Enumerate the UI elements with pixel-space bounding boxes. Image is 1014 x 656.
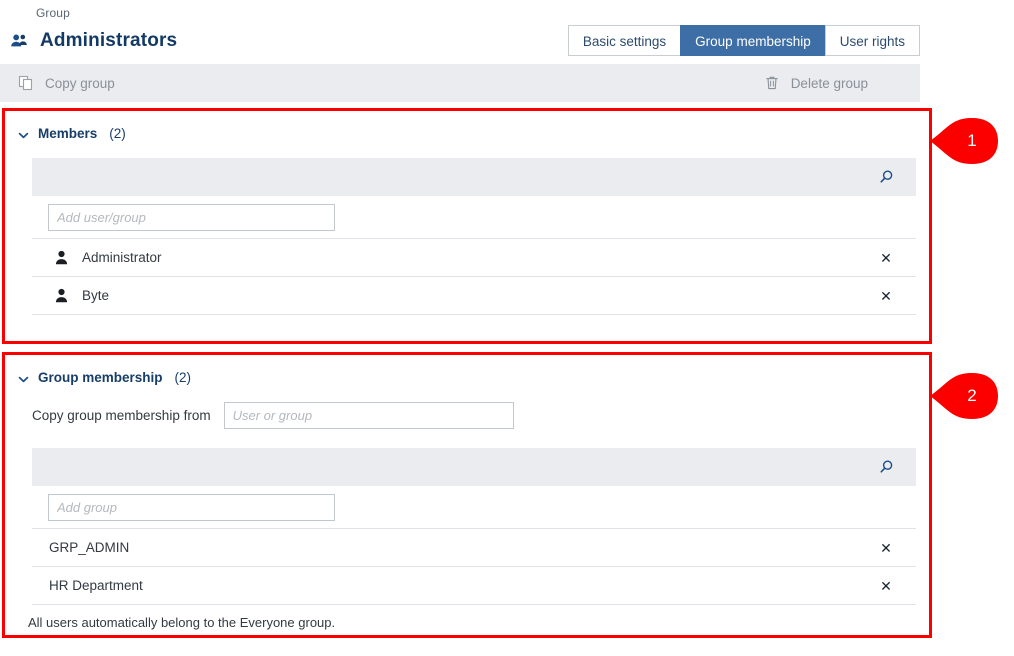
search-icon[interactable] [878, 459, 894, 475]
annotation-callout-2: 2 [930, 373, 1000, 419]
group-membership-section-title: Group membership [38, 369, 163, 385]
table-row[interactable]: GRP_ADMIN ✕ [32, 529, 916, 567]
page-title: Administrators [40, 30, 178, 51]
tab-basic-settings[interactable]: Basic settings [567, 25, 682, 56]
group-membership-count: (2) [174, 369, 192, 385]
members-section: Members (2) Add user/group Administrator… [0, 108, 932, 315]
copy-group-label: Copy group [45, 75, 115, 91]
copy-group-membership-from-label: Copy group membership from [32, 408, 211, 423]
group-membership-section-header[interactable]: Group membership (2) [0, 352, 932, 388]
delete-group-button[interactable]: Delete group [764, 64, 868, 102]
remove-group-button[interactable]: ✕ [878, 578, 894, 594]
group-add-row [32, 486, 916, 529]
members-count: (2) [109, 125, 126, 141]
add-user-group-input[interactable] [48, 203, 335, 231]
tab-user-rights[interactable]: User rights [824, 25, 920, 56]
table-row[interactable]: HR Department ✕ [32, 567, 916, 605]
member-name: Administrator [82, 250, 162, 265]
members-panel: Administrator ✕ Byte ✕ [32, 158, 916, 315]
remove-member-button[interactable]: ✕ [878, 288, 894, 304]
members-add-row [32, 196, 916, 239]
members-section-title: Members [38, 125, 98, 141]
annotation-callout-1: 1 [930, 118, 1000, 164]
trash-icon [764, 75, 780, 91]
group-name: HR Department [49, 578, 143, 593]
table-row[interactable]: Administrator ✕ [32, 239, 916, 277]
table-row[interactable]: Byte ✕ [32, 277, 916, 315]
copy-group-membership-from-row: Copy group membership from [32, 402, 514, 429]
remove-member-button[interactable]: ✕ [878, 250, 894, 266]
remove-group-button[interactable]: ✕ [878, 540, 894, 556]
chevron-down-icon[interactable] [18, 372, 29, 383]
annotation-number-2: 2 [967, 386, 977, 405]
copy-group-button[interactable]: Copy group [18, 64, 115, 102]
person-icon [55, 250, 68, 265]
copy-icon [18, 75, 34, 91]
page-header: Group Administrators Basic settings Grou… [0, 0, 932, 64]
person-icon [55, 288, 68, 303]
chevron-down-icon[interactable] [18, 128, 29, 139]
action-toolbar: Copy group Delete group [0, 64, 920, 102]
group-users-icon [10, 32, 28, 50]
member-name: Byte [82, 288, 110, 303]
tab-group-membership[interactable]: Group membership [680, 25, 826, 56]
group-membership-section: Group membership (2) Copy group membersh… [0, 352, 932, 630]
group-membership-panel: GRP_ADMIN ✕ HR Department ✕ [32, 448, 916, 605]
tab-bar: Basic settings Group membership User rig… [567, 25, 920, 56]
everyone-group-footnote: All users automatically belong to the Ev… [28, 615, 336, 630]
members-search-band [32, 158, 916, 196]
page-title-row: Administrators [10, 30, 177, 52]
group-search-band [32, 448, 916, 486]
copy-group-membership-from-input[interactable] [223, 402, 514, 429]
delete-group-label: Delete group [790, 75, 868, 91]
members-section-header[interactable]: Members (2) [0, 108, 932, 144]
add-group-input[interactable] [48, 493, 335, 521]
group-name: GRP_ADMIN [49, 540, 130, 555]
breadcrumb: Group [36, 6, 70, 20]
annotation-number-1: 1 [967, 131, 977, 150]
group-detail-page: Group Administrators Basic settings Grou… [0, 0, 932, 656]
search-icon[interactable] [878, 169, 894, 185]
